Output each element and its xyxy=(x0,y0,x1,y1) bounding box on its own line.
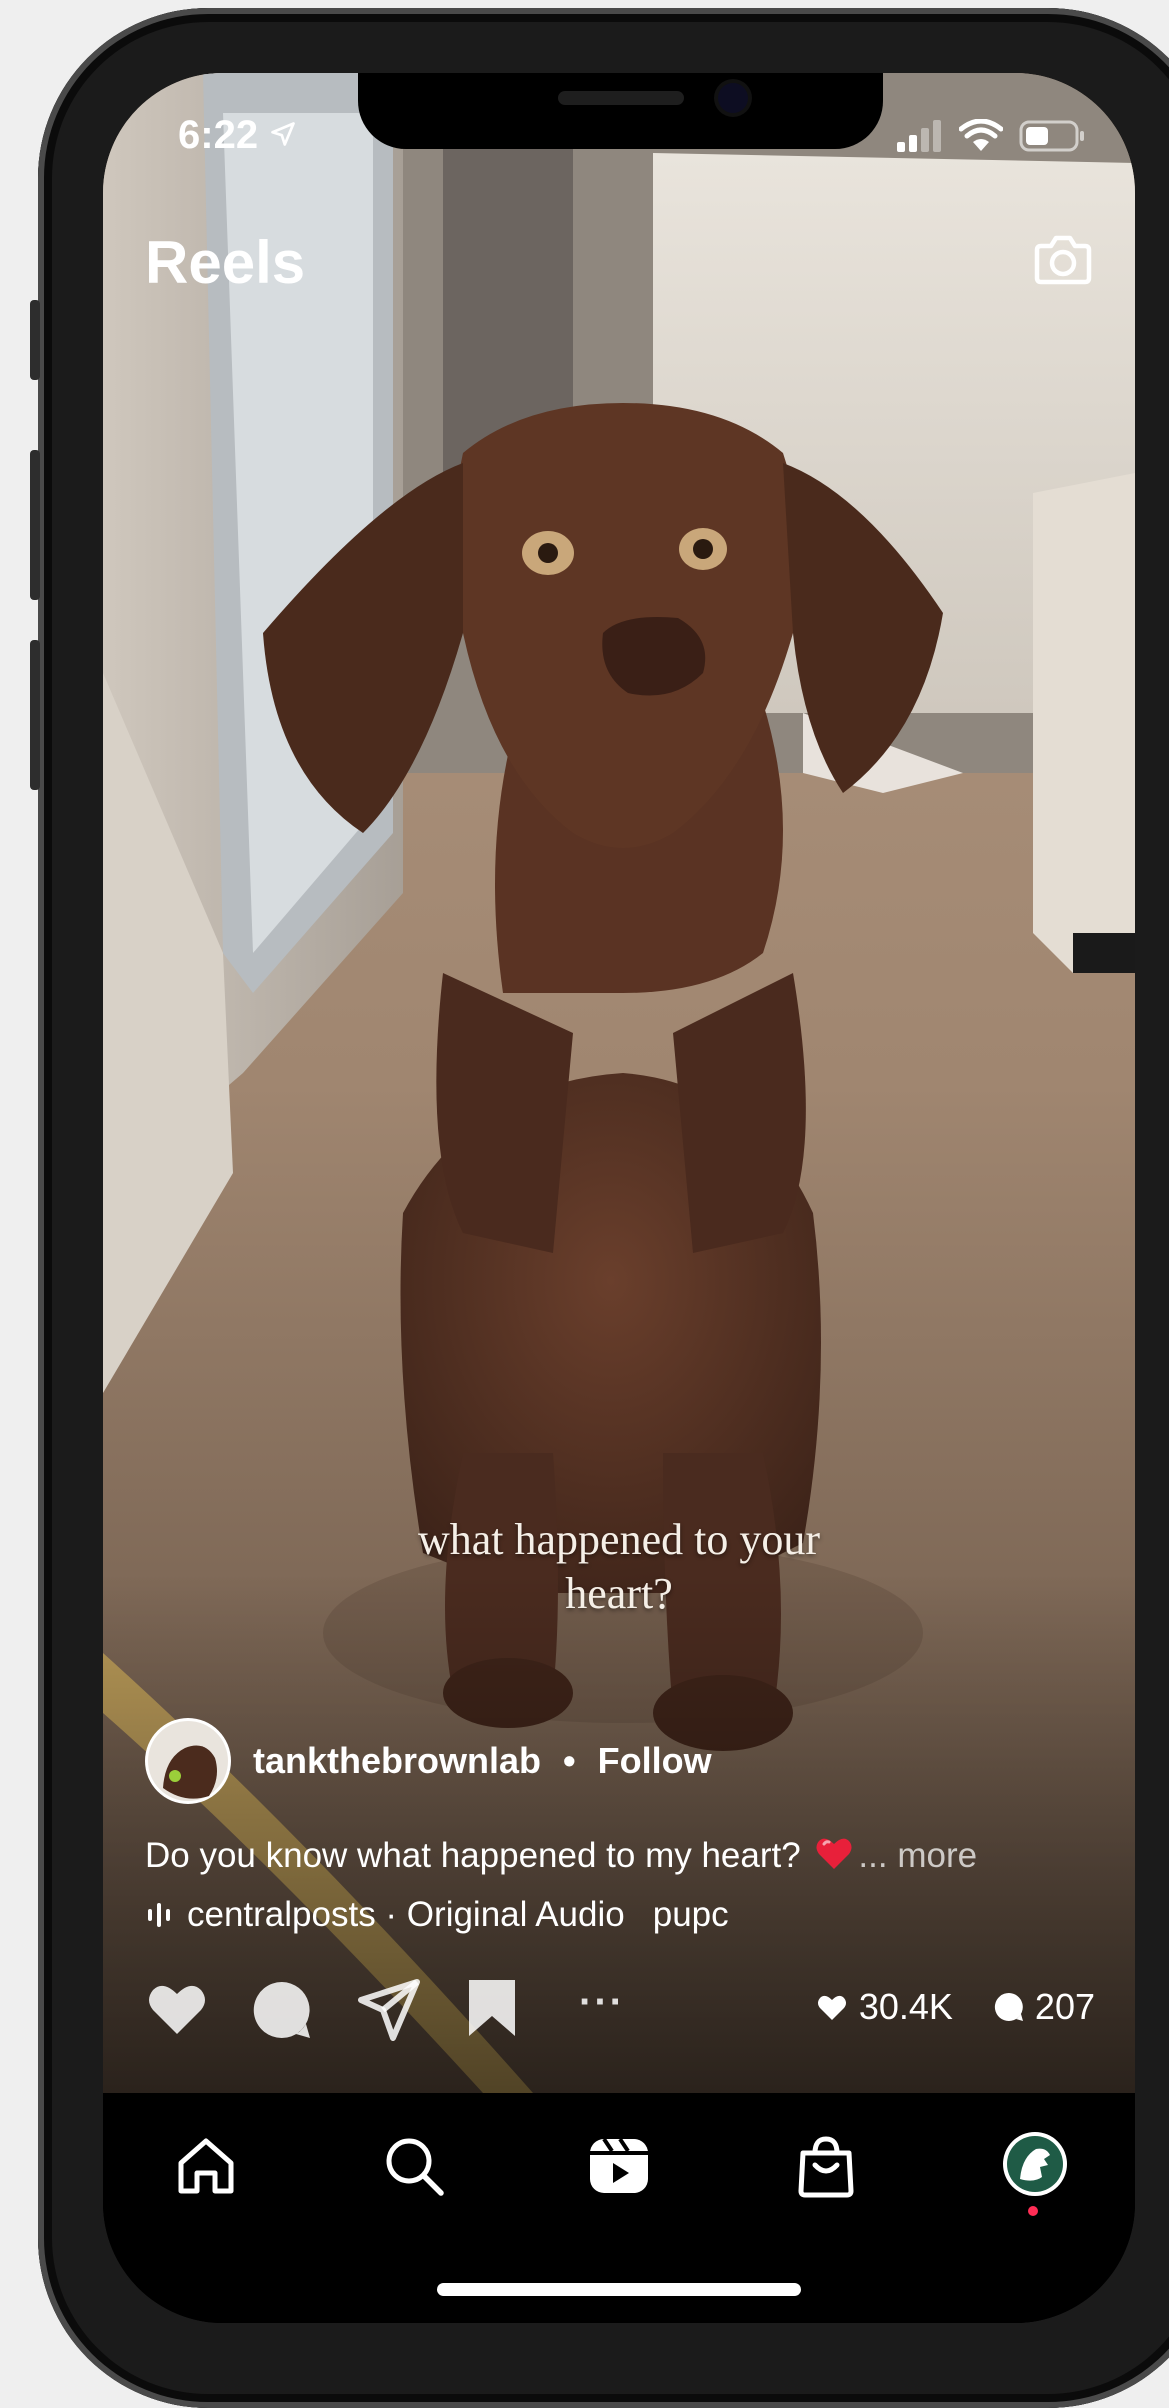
follow-button[interactable]: Follow xyxy=(598,1740,712,1782)
comment-count[interactable]: 207 xyxy=(993,1986,1095,2028)
comment-icon[interactable] xyxy=(250,1978,314,2042)
search-icon[interactable] xyxy=(381,2133,447,2199)
page-title: Reels xyxy=(145,229,306,296)
home-icon[interactable] xyxy=(173,2133,239,2199)
home-indicator[interactable] xyxy=(437,2283,801,2296)
audio-title: centralposts · Original Audio xyxy=(187,1895,625,1934)
signal-icon xyxy=(897,120,941,152)
author-avatar[interactable] xyxy=(145,1718,231,1804)
screen: what happened to your heart? 6:22 Reels … xyxy=(103,73,1135,2323)
status-indicators xyxy=(897,119,1085,153)
caption-more-link[interactable]: ... more xyxy=(858,1836,977,1875)
like-count-heart-icon xyxy=(817,1995,846,2020)
overlay-line-1: what happened to your xyxy=(418,1515,820,1564)
author-username[interactable]: tankthebrownlab xyxy=(253,1740,541,1782)
caption-text: Do you know what happened to my heart? xyxy=(145,1836,801,1875)
save-icon[interactable] xyxy=(467,1978,517,2038)
comment-count-bubble-icon xyxy=(994,1992,1023,2021)
earpiece-speaker xyxy=(558,91,684,105)
red-heart-emoji-icon xyxy=(816,1838,852,1869)
reel-caption[interactable]: Do you know what happened to my heart? .… xyxy=(145,1833,977,1876)
like-count[interactable]: 30.4K xyxy=(815,1986,953,2028)
reel-actions-bar: ··· 30.4K 207 xyxy=(145,1978,1095,2048)
shop-icon[interactable] xyxy=(793,2133,859,2199)
status-time-text: 6:22 xyxy=(178,113,259,157)
more-options-button[interactable]: ··· xyxy=(579,1980,625,2025)
volume-down-button xyxy=(30,640,40,790)
battery-icon xyxy=(1019,120,1084,152)
wifi-icon xyxy=(959,119,1003,151)
notification-dot xyxy=(1028,2206,1038,2216)
mute-switch xyxy=(30,300,40,380)
volume-up-button xyxy=(30,450,40,600)
comment-count-value: 207 xyxy=(1034,1986,1095,2027)
like-icon[interactable] xyxy=(145,1978,209,2038)
separator-dot: • xyxy=(563,1740,576,1781)
notch xyxy=(358,73,883,149)
profile-avatar[interactable] xyxy=(1000,2129,1070,2199)
camera-icon[interactable] xyxy=(1031,228,1095,292)
reels-icon[interactable] xyxy=(586,2133,652,2199)
like-count-value: 30.4K xyxy=(858,1986,953,2027)
bottom-tab-bar xyxy=(103,2093,1135,2323)
video-caption-overlay: what happened to your heart? xyxy=(103,1513,1135,1621)
audio-row[interactable]: centralposts · Original Audio pupc xyxy=(145,1895,785,1935)
reel-author-row: tankthebrownlab • Follow xyxy=(145,1718,712,1804)
status-time: 6:22 xyxy=(178,113,297,158)
location-arrow-icon xyxy=(271,122,296,146)
engagement-counts: 30.4K 207 xyxy=(815,1986,1095,2028)
overlay-line-2: heart? xyxy=(565,1569,673,1618)
audio-extra-text: pupc xyxy=(652,1895,729,1934)
share-icon[interactable] xyxy=(357,1978,421,2042)
front-camera xyxy=(718,83,748,113)
audio-waveform-icon xyxy=(148,1903,170,1927)
author-avatar-image xyxy=(148,1721,228,1801)
